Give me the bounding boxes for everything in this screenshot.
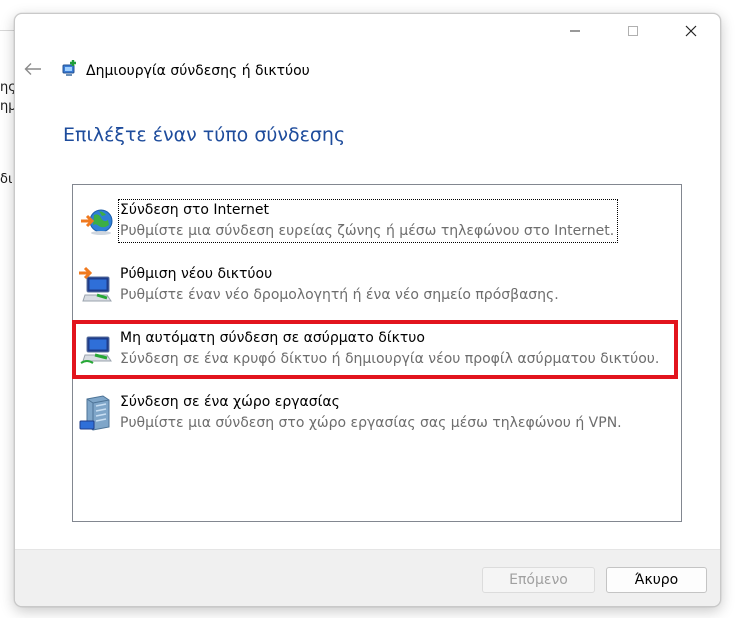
page-title: Επιλέξτε έναν τύπο σύνδεσης	[63, 124, 346, 146]
minimize-icon	[570, 30, 580, 32]
option-connect-workplace[interactable]: Σύνδεση σε ένα χώρο εργασίας Ρυθμίστε μι…	[73, 389, 681, 441]
option-title: Μη αυτόματη σύνδεση σε ασύρματο δίκτυο	[120, 330, 425, 346]
next-button[interactable]: Επόμενο	[482, 567, 595, 593]
option-description: Ρυθμίστε μια σύνδεση ευρείας ζώνης ή μέσ…	[120, 223, 615, 239]
minimize-button[interactable]	[546, 14, 604, 48]
connection-options-list: Σύνδεση στο Internet Ρυθμίστε μια σύνδεσ…	[72, 184, 682, 522]
network-connection-icon	[60, 59, 80, 79]
maximize-icon	[628, 26, 638, 36]
option-title: Σύνδεση στο Internet	[120, 202, 270, 218]
close-button[interactable]	[662, 14, 720, 48]
new-network-icon	[77, 265, 117, 305]
option-text: Μη αυτόματη σύνδεση σε ασύρματο δίκτυο Σ…	[120, 329, 659, 369]
back-arrow-icon	[24, 63, 41, 75]
dialog-footer: Επόμενο Άκυρο	[15, 549, 720, 606]
option-setup-new-network[interactable]: Ρύθμιση νέου δικτύου Ρυθμίστε έναν νέο δ…	[73, 261, 681, 313]
option-text: Σύνδεση στο Internet Ρυθμίστε μια σύνδεσ…	[117, 199, 619, 243]
window-title: Δημιουργία σύνδεσης ή δικτύου	[86, 63, 310, 79]
option-connect-internet[interactable]: Σύνδεση στο Internet Ρυθμίστε μια σύνδεσ…	[73, 197, 681, 249]
option-description: Ρυθμίστε έναν νέο δρομολογητή ή ένα νέο …	[120, 287, 559, 303]
option-description: Σύνδεση σε ένα κρυφό δίκτυο ή δημιουργία…	[120, 351, 660, 367]
back-button[interactable]	[23, 59, 43, 79]
connection-wizard-window: Δημιουργία σύνδεσης ή δικτύου Επιλέξτε έ…	[14, 13, 721, 607]
close-icon	[685, 25, 697, 37]
option-text: Ρύθμιση νέου δικτύου Ρυθμίστε έναν νέο δ…	[120, 265, 559, 305]
background-text-fragment: δι	[0, 172, 13, 187]
option-description: Ρυθμίστε μια σύνδεση στο χώρο εργασίας σ…	[120, 415, 622, 431]
wireless-network-icon	[77, 329, 117, 369]
globe-connection-icon	[77, 201, 117, 241]
maximize-button[interactable]	[604, 14, 662, 48]
caption-buttons	[546, 14, 720, 48]
cancel-button[interactable]: Άκυρο	[606, 567, 707, 593]
option-manual-wireless[interactable]: Μη αυτόματη σύνδεση σε ασύρματο δίκτυο Σ…	[73, 325, 681, 377]
option-text: Σύνδεση σε ένα χώρο εργασίας Ρυθμίστε μι…	[120, 393, 622, 433]
workplace-connection-icon	[77, 393, 117, 433]
option-title: Ρύθμιση νέου δικτύου	[120, 266, 273, 282]
option-title: Σύνδεση σε ένα χώρο εργασίας	[120, 394, 340, 410]
background-divider	[0, 30, 14, 31]
